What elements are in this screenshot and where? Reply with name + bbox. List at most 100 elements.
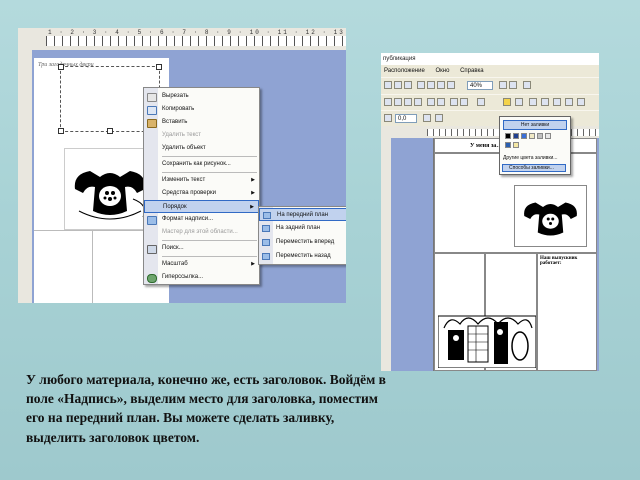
vertical-ruler	[381, 138, 391, 371]
submenu-send-to-back[interactable]: На задний план	[259, 222, 346, 235]
menu-item-format-textbox[interactable]: Формат надписи...	[144, 213, 259, 226]
submenu-arrow-icon: ▶	[251, 261, 255, 267]
align-center-icon[interactable]	[394, 98, 402, 106]
arrow-style-icon[interactable]	[553, 98, 561, 106]
menu-item-copy[interactable]: Копировать	[144, 103, 259, 116]
fill-color-dropdown: Нет заливки Другие цвета заливки... Спос…	[499, 116, 571, 175]
menu-arrange[interactable]: Расположение	[384, 68, 425, 74]
order-submenu: На передний план На задний план Перемест…	[258, 206, 346, 265]
menu-item-change-text[interactable]: Изменить текст ▶	[144, 174, 259, 187]
hyperlink-icon	[147, 274, 157, 283]
menu-item-cut[interactable]: Вырезать	[144, 90, 259, 103]
menu-window[interactable]: Окно	[435, 68, 449, 74]
3d-icon[interactable]	[577, 98, 585, 106]
menu-item-zoom[interactable]: Масштаб ▶	[144, 258, 259, 271]
menu-item-order[interactable]: Порядок ▶	[144, 200, 259, 213]
submenu-send-backward[interactable]: Переместить назад	[259, 250, 346, 263]
font-color-icon[interactable]	[515, 98, 523, 106]
find-icon	[147, 245, 157, 254]
color-swatch[interactable]	[505, 133, 511, 139]
context-menu: Вырезать Копировать Вставить Удалить тек…	[143, 87, 260, 285]
numbering-icon[interactable]	[427, 98, 435, 106]
graduate-subheading: Наш выпускник работает:	[540, 256, 578, 266]
spacing-icon[interactable]	[384, 114, 392, 122]
menu-item-delete-text: Удалить текст	[162, 132, 202, 138]
color-swatch[interactable]	[513, 133, 519, 139]
line-style-icon[interactable]	[529, 98, 537, 106]
align-left-icon[interactable]	[384, 98, 392, 106]
dash-style-icon[interactable]	[541, 98, 549, 106]
menu-item-save-as-picture[interactable]: Сохранить как рисунок...	[144, 158, 259, 171]
send-to-back-icon	[262, 225, 270, 232]
shadow-icon[interactable]	[565, 98, 573, 106]
outdent-icon[interactable]	[460, 98, 468, 106]
zoom-out-icon[interactable]	[499, 81, 507, 89]
submenu-arrow-icon: ▶	[251, 190, 255, 196]
standard-toolbar: 40%	[381, 77, 599, 95]
more-fill-colors-option[interactable]: Другие цвета заливки...	[503, 155, 557, 161]
resize-handle[interactable]	[156, 64, 162, 70]
color-swatch[interactable]	[505, 142, 511, 148]
kerning-icon[interactable]	[423, 114, 431, 122]
paste-icon	[147, 119, 157, 128]
fill-color-icon[interactable]	[503, 98, 511, 106]
open-icon[interactable]	[394, 81, 402, 89]
caption-text: У любого материала, конечно же, есть заг…	[26, 372, 386, 445]
fill-effects-option[interactable]: Способы заливки...	[502, 164, 566, 172]
left-screenshot: 1 · 2 · 3 · 4 · 5 · 6 · 7 · 8 · 9 · 10 ·…	[18, 28, 346, 303]
menu-item-wizard: Мастер для этой области...	[162, 229, 238, 235]
menu-help[interactable]: Справка	[460, 68, 484, 74]
horizontal-ruler: 1 · 2 · 3 · 4 · 5 · 6 · 7 · 8 · 9 · 10 ·…	[18, 28, 346, 51]
menu-bar: Расположение Окно Справка	[381, 65, 599, 77]
resize-handle[interactable]	[58, 128, 64, 134]
size-field[interactable]: 0,0	[395, 114, 417, 123]
no-fill-option[interactable]: Нет заливки	[503, 120, 567, 130]
help-icon[interactable]	[523, 81, 531, 89]
indent-icon[interactable]	[450, 98, 458, 106]
right-screenshot: публикация Расположение Окно Справка 40%	[381, 53, 599, 371]
lower-right-section	[537, 253, 597, 371]
submenu-bring-to-front[interactable]: На передний план	[259, 208, 346, 221]
spin-icon[interactable]	[435, 114, 443, 122]
print-icon[interactable]	[417, 81, 425, 89]
color-swatch[interactable]	[537, 133, 543, 139]
zoom-in-icon[interactable]	[509, 81, 517, 89]
color-swatch[interactable]	[521, 133, 527, 139]
paste-icon[interactable]	[447, 81, 455, 89]
submenu-arrow-icon: ▶	[251, 177, 255, 183]
copy-icon	[147, 106, 157, 115]
send-backward-icon	[262, 253, 270, 260]
justify-icon[interactable]	[414, 98, 422, 106]
window-title: публикация	[381, 53, 599, 65]
menu-item-proofing-tools[interactable]: Средства проверки ▶	[144, 187, 259, 200]
format-icon	[147, 216, 157, 225]
save-icon[interactable]	[404, 81, 412, 89]
color-swatch[interactable]	[513, 142, 519, 148]
menu-item-delete-object[interactable]: Удалить объект	[144, 142, 259, 155]
cartoon-illustration-icon	[438, 315, 536, 368]
ruler-numbers: 1 · 2 · 3 · 4 · 5 · 6 · 7 · 8 · 9 · 10 ·…	[48, 29, 345, 36]
cut-icon[interactable]	[427, 81, 435, 89]
telephone-picture[interactable]	[514, 185, 587, 247]
resize-handle[interactable]	[58, 64, 64, 70]
menu-item-paste[interactable]: Вставить	[144, 116, 259, 129]
vertical-ruler	[18, 50, 32, 303]
bring-to-front-icon	[263, 212, 271, 219]
scissors-icon	[147, 93, 157, 102]
copy-icon[interactable]	[437, 81, 445, 89]
page-heading: У меня за…	[470, 143, 503, 149]
submenu-bring-forward[interactable]: Переместить вперед	[259, 236, 346, 249]
menu-item-hyperlink[interactable]: Гиперссылка...	[144, 271, 259, 284]
new-icon[interactable]	[384, 81, 392, 89]
menu-item-find[interactable]: Поиск...	[144, 242, 259, 255]
color-swatch[interactable]	[545, 133, 551, 139]
bullets-icon[interactable]	[437, 98, 445, 106]
telephone-icon	[524, 202, 577, 236]
resize-handle[interactable]	[107, 128, 113, 134]
color-swatch[interactable]	[529, 133, 535, 139]
telephone-icon	[74, 171, 146, 220]
zoom-select[interactable]: 40%	[467, 81, 493, 90]
align-right-icon[interactable]	[404, 98, 412, 106]
line-color-icon[interactable]	[477, 98, 485, 106]
bring-forward-icon	[262, 239, 270, 246]
